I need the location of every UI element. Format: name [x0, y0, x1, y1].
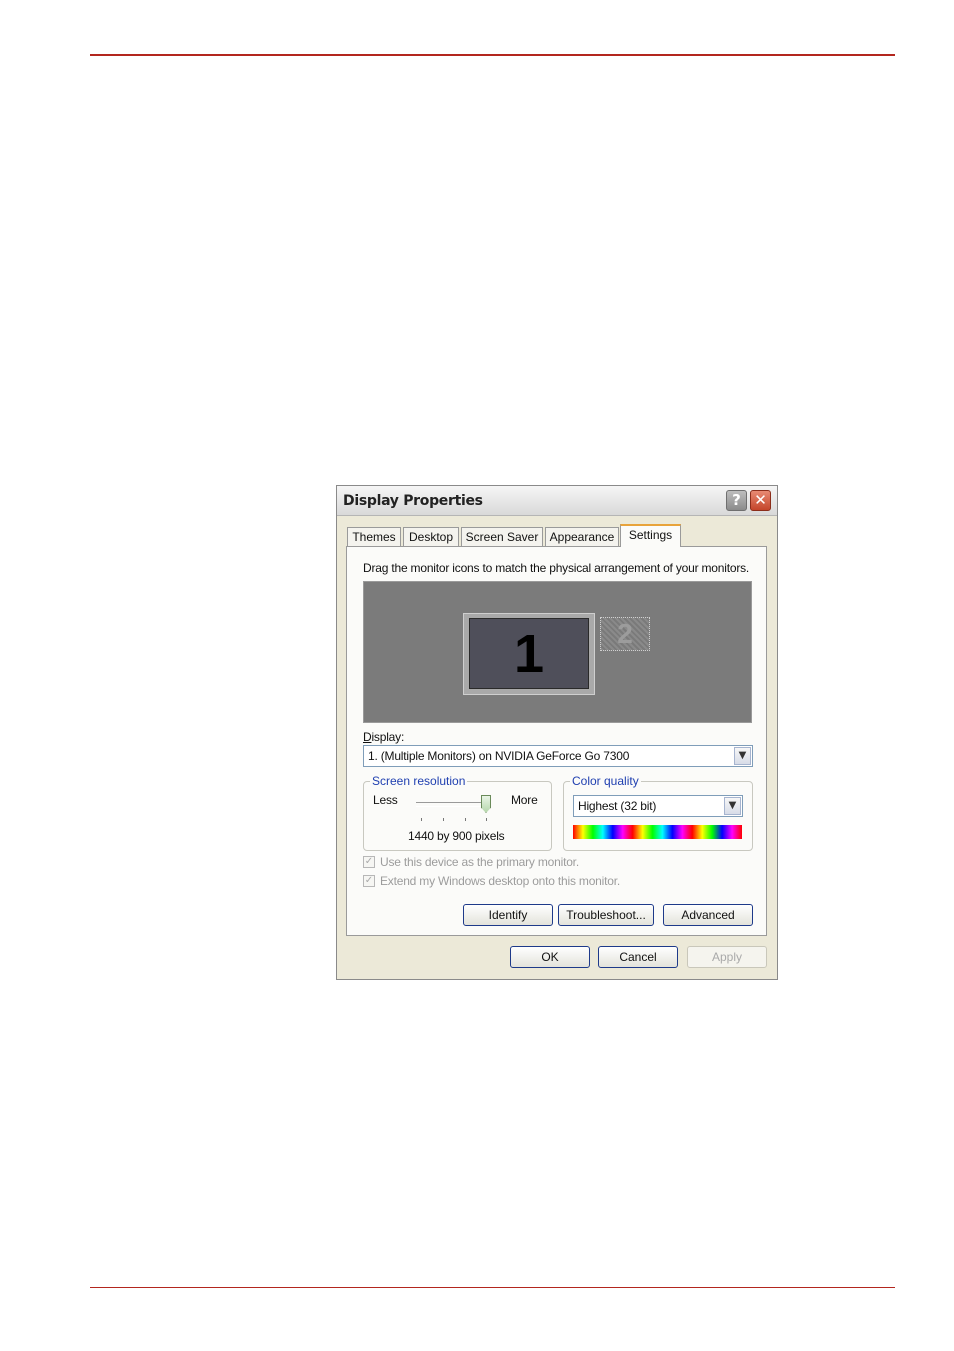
monitor-2-icon[interactable]: 2: [600, 617, 650, 651]
monitor-arrangement-area: 1 2: [363, 581, 752, 723]
color-quality-legend: Color quality: [570, 774, 641, 788]
color-quality-select[interactable]: Highest (32 bit) ▼: [573, 795, 743, 817]
display-select[interactable]: 1. (Multiple Monitors) on NVIDIA GeForce…: [363, 745, 753, 767]
tab-desktop[interactable]: Desktop: [403, 527, 459, 546]
resolution-more-label: More: [511, 793, 538, 807]
title-bar[interactable]: Display Properties ? ✕: [337, 486, 777, 516]
display-label: Display:: [363, 730, 405, 744]
close-icon: ✕: [754, 491, 767, 509]
color-quality-group: Color quality Highest (32 bit) ▼: [563, 774, 753, 851]
tab-screen-saver[interactable]: Screen Saver: [461, 527, 543, 546]
monitor-1-icon[interactable]: 1: [463, 613, 595, 695]
slider-tick: [443, 818, 444, 821]
apply-button[interactable]: Apply: [687, 946, 767, 968]
display-select-value: 1. (Multiple Monitors) on NVIDIA GeForce…: [368, 749, 630, 763]
question-mark-icon: ?: [732, 491, 741, 509]
identify-button[interactable]: Identify: [463, 904, 553, 926]
checkmark-icon: ✓: [364, 875, 374, 886]
screen-resolution-legend: Screen resolution: [370, 774, 468, 788]
close-button[interactable]: ✕: [750, 490, 771, 511]
help-button[interactable]: ?: [726, 490, 747, 511]
page-header-rule: [90, 54, 895, 56]
display-label-rest: isplay:: [371, 730, 405, 744]
tab-appearance[interactable]: Appearance: [545, 527, 619, 546]
advanced-button[interactable]: Advanced: [663, 904, 753, 926]
slider-tick: [465, 818, 466, 821]
ok-button[interactable]: OK: [510, 946, 590, 968]
monitor-1-label: 1: [469, 618, 589, 689]
tab-settings[interactable]: Settings: [620, 524, 681, 547]
slider-tick: [486, 818, 487, 821]
resolution-slider-track[interactable]: [416, 802, 490, 807]
display-properties-dialog: Display Properties ? ✕ Themes Desktop Sc…: [336, 485, 778, 980]
color-spectrum-bar: [573, 825, 742, 839]
checkmark-icon: ✓: [364, 856, 374, 867]
resolution-value: 1440 by 900 pixels: [408, 829, 505, 843]
resolution-slider-thumb[interactable]: [481, 795, 491, 813]
tab-themes[interactable]: Themes: [347, 527, 401, 546]
screen-resolution-group: Screen resolution Less More 1440 by 900 …: [363, 774, 552, 851]
troubleshoot-button[interactable]: Troubleshoot...: [558, 904, 654, 926]
slider-tick: [421, 818, 422, 821]
page-footer-rule: [90, 1287, 895, 1288]
primary-monitor-checkbox[interactable]: ✓: [363, 856, 375, 868]
extend-desktop-label: Extend my Windows desktop onto this moni…: [380, 874, 620, 888]
color-quality-value: Highest (32 bit): [578, 799, 657, 813]
chevron-down-icon[interactable]: ▼: [734, 747, 751, 765]
chevron-down-icon[interactable]: ▼: [724, 797, 741, 815]
primary-monitor-label: Use this device as the primary monitor.: [380, 855, 579, 869]
cancel-button[interactable]: Cancel: [598, 946, 678, 968]
resolution-less-label: Less: [373, 793, 398, 807]
extend-desktop-checkbox[interactable]: ✓: [363, 875, 375, 887]
settings-panel: Drag the monitor icons to match the phys…: [346, 546, 767, 936]
dialog-title: Display Properties: [343, 493, 483, 509]
instruction-text: Drag the monitor icons to match the phys…: [363, 561, 750, 575]
